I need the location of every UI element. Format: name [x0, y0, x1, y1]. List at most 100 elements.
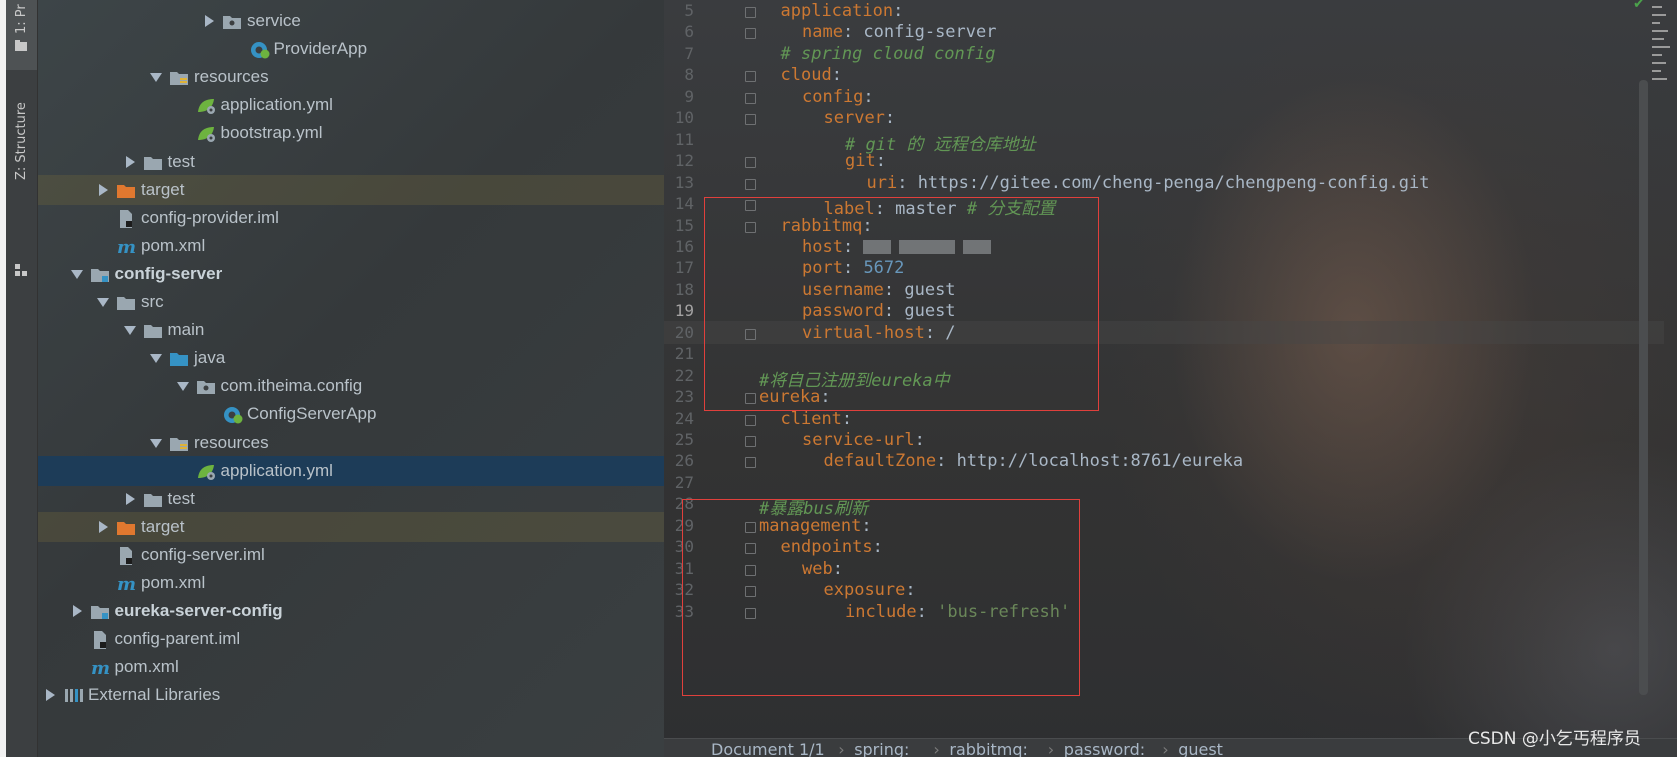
code-line[interactable]: git: — [845, 151, 886, 171]
chevron-right-icon[interactable] — [99, 183, 108, 196]
chevron-down-icon[interactable] — [123, 326, 136, 336]
tree-row[interactable]: test — [38, 484, 664, 514]
tree-row[interactable]: target — [38, 511, 664, 542]
fold-marker-icon[interactable] — [745, 436, 756, 447]
tree-row[interactable]: ConfigServerApp — [38, 399, 664, 429]
tree-row[interactable]: application.yml — [38, 90, 664, 120]
inspection-ok-icon[interactable]: ✔ — [1633, 0, 1645, 12]
breadcrumb-item[interactable]: guest — [1178, 740, 1223, 757]
tree-row[interactable]: service — [38, 6, 664, 36]
tree-row-label: bootstrap.yml — [220, 123, 323, 143]
chevron-right-icon[interactable] — [72, 605, 82, 618]
tree-row[interactable]: target — [38, 174, 664, 205]
breadcrumb-separator: › — [838, 740, 845, 757]
svg-text:m: m — [91, 659, 110, 677]
line-number: 9 — [684, 86, 694, 106]
breadcrumb-item[interactable]: spring: — [854, 740, 909, 757]
code-line[interactable]: client: — [781, 409, 853, 429]
chevron-down-icon[interactable] — [150, 73, 162, 83]
breadcrumb-item[interactable]: rabbitmq: — [949, 740, 1028, 757]
error-stripe — [1650, 0, 1677, 90]
tree-row[interactable]: config-server — [38, 259, 664, 289]
tree-row-label: main — [167, 320, 205, 340]
tree-row[interactable]: bootstrap.yml — [38, 118, 664, 148]
chevron-down-icon[interactable] — [176, 382, 189, 392]
tree-row[interactable]: application.yml — [38, 455, 664, 486]
tree-row[interactable]: config-server.iml — [38, 540, 664, 570]
chevron-down-icon[interactable] — [97, 298, 109, 307]
breadcrumb-separator: › — [1162, 740, 1169, 757]
chevron-right-icon[interactable] — [205, 15, 214, 27]
tree-row[interactable]: main — [38, 315, 664, 345]
folder-icon — [117, 294, 135, 310]
fold-marker-icon[interactable] — [745, 28, 756, 40]
chevron-down-icon[interactable] — [150, 354, 162, 364]
fold-marker-icon[interactable] — [745, 457, 756, 469]
tree-row[interactable]: src — [38, 287, 664, 317]
line-number: 23 — [674, 387, 694, 407]
excluded-folder-icon — [117, 182, 135, 198]
tab-structure[interactable]: Z: Structure — [6, 88, 37, 276]
module-folder-icon — [90, 603, 109, 620]
tree-row[interactable]: config-parent.iml — [38, 624, 664, 654]
chevron-down-icon[interactable] — [70, 269, 83, 279]
tree-row[interactable]: com.itheima.config — [38, 371, 664, 401]
tree-row[interactable]: eureka-server-config — [38, 596, 664, 626]
line-number: 25 — [674, 430, 694, 449]
code-line[interactable]: server: — [824, 108, 896, 128]
chevron-right-icon[interactable] — [46, 689, 55, 702]
source-folder-icon — [170, 350, 188, 367]
breadcrumb-item[interactable]: password: — [1064, 740, 1145, 757]
line-number: 14 — [674, 194, 694, 214]
line-number: 15 — [674, 215, 694, 235]
code-line[interactable]: application: — [781, 1, 904, 21]
tree-row-label: src — [141, 292, 164, 311]
iml-file-icon — [91, 631, 109, 650]
tree-row[interactable]: config-provider.iml — [38, 203, 664, 233]
fold-marker-icon[interactable] — [745, 157, 756, 169]
fold-marker-icon[interactable] — [745, 114, 756, 126]
tree-row[interactable]: java — [38, 343, 664, 373]
code-line[interactable]: service-url: — [802, 430, 925, 450]
tree-row[interactable]: ProviderApp — [38, 34, 664, 64]
code-line[interactable]: defaultZone: http://localhost:8761/eurek… — [824, 451, 1244, 471]
fold-marker-icon[interactable] — [745, 7, 756, 18]
chevron-right-icon[interactable] — [99, 520, 108, 533]
tree-row[interactable]: resources — [38, 428, 664, 458]
code-line[interactable]: config: — [802, 87, 874, 107]
fold-marker-icon[interactable] — [745, 178, 756, 190]
resources-folder-icon — [170, 435, 188, 451]
spring-yaml-icon — [197, 97, 215, 115]
chevron-right-icon[interactable] — [125, 155, 135, 168]
tree-row-label: pom.xml — [141, 235, 206, 255]
line-number: 21 — [674, 344, 694, 364]
tree-row[interactable]: m pom.xml — [38, 652, 664, 682]
package-icon — [223, 13, 241, 29]
tree-row-label: config-provider.iml — [141, 207, 279, 227]
chevron-right-icon[interactable] — [125, 492, 135, 505]
tree-row[interactable]: External Libraries — [38, 680, 664, 710]
code-line[interactable]: # spring cloud config — [781, 44, 996, 64]
tree-row[interactable]: test — [38, 147, 664, 177]
project-tree[interactable]: service ProviderApp resources application.y… — [38, 0, 664, 757]
tab-structure-label: Z: Structure — [14, 102, 29, 180]
fold-marker-icon[interactable] — [745, 71, 756, 83]
line-number: 11 — [674, 129, 694, 149]
fold-marker-icon[interactable] — [745, 92, 756, 104]
code-editor[interactable]: 5 6 7 8 9 10 11 12 13 14 15 16 17 18 19 20 21 22 23 24 25 26 2… — [664, 0, 1677, 757]
tree-row[interactable]: m pom.xml — [38, 568, 664, 598]
tree-row-label: test — [167, 151, 195, 171]
breadcrumb-item[interactable]: Document 1/1 — [711, 740, 825, 757]
tree-row[interactable]: m pom.xml — [38, 231, 664, 261]
code-line[interactable]: cloud: — [781, 65, 842, 85]
line-number: 13 — [674, 172, 694, 192]
line-number: 17 — [674, 258, 694, 278]
editor-scrollbar[interactable] — [1639, 80, 1648, 695]
tree-row-label: application.yml — [220, 95, 333, 115]
chevron-down-icon[interactable] — [150, 438, 162, 448]
fold-marker-icon[interactable] — [745, 414, 756, 426]
code-line[interactable]: name: config-server — [802, 22, 996, 42]
code-line[interactable]: uri: https://gitee.com/cheng-penga/cheng… — [867, 173, 1430, 193]
tree-row[interactable]: resources — [38, 62, 664, 92]
tab-project[interactable]: 1: Pr — [6, 0, 37, 70]
